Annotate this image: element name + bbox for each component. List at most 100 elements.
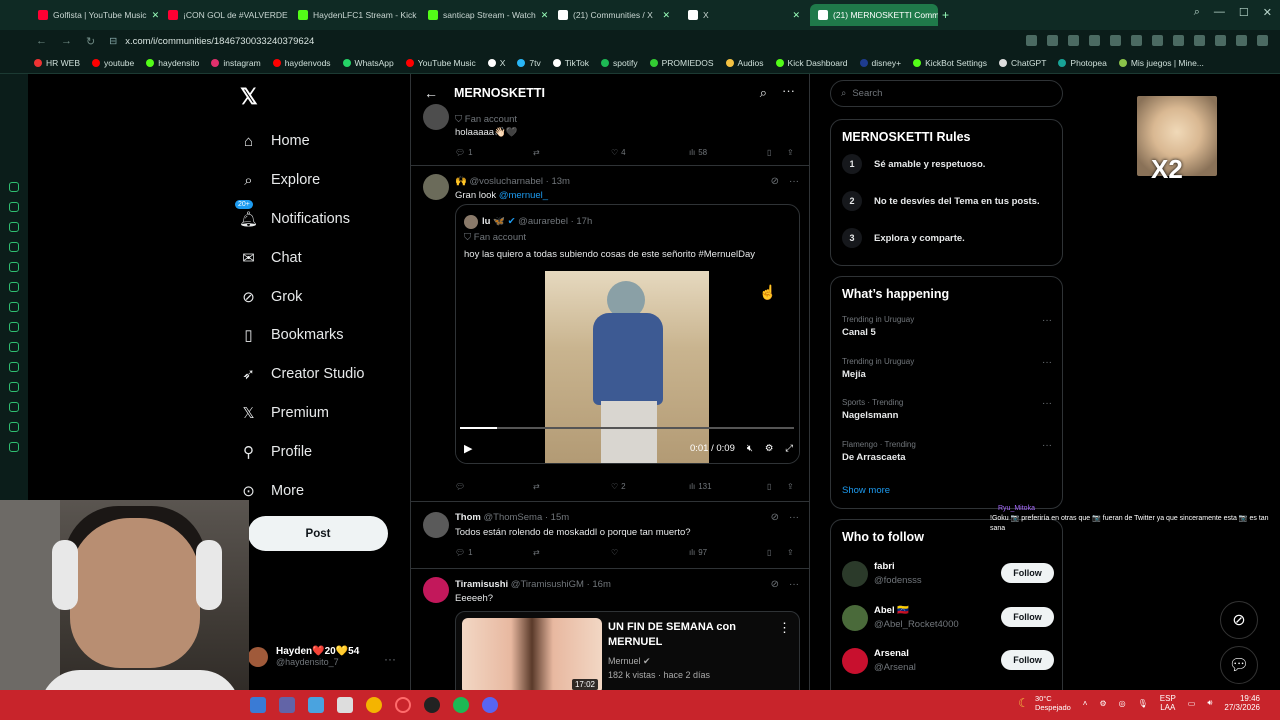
card-menu-icon[interactable]: ⋮ bbox=[778, 620, 791, 636]
back-arrow-icon[interactable]: ← bbox=[424, 85, 438, 101]
dock-app-icon[interactable] bbox=[9, 362, 19, 372]
nav-item-profile[interactable]: ⚲ Profile bbox=[240, 432, 365, 471]
extension-icon[interactable] bbox=[1089, 35, 1100, 46]
nav-item-premium[interactable]: 𝕏 Premium bbox=[240, 394, 365, 433]
bookmark-item[interactable]: PROMIEDOS bbox=[649, 58, 714, 68]
fullscreen-icon[interactable]: ⤢ bbox=[785, 443, 793, 454]
weather-widget[interactable]: ☾ 30°C Despejado bbox=[1018, 694, 1071, 712]
dock-app-icon[interactable] bbox=[9, 262, 19, 272]
bookmark-item[interactable]: Audios bbox=[725, 58, 764, 68]
extension-icon[interactable] bbox=[1026, 35, 1037, 46]
back-icon[interactable]: ← bbox=[36, 35, 47, 48]
browser-tab[interactable]: (21) MERNOSKETTI Comm✕ bbox=[810, 4, 938, 26]
dock-app-icon[interactable] bbox=[9, 322, 19, 332]
more-icon[interactable]: ··· bbox=[1042, 315, 1052, 326]
views-count[interactable]: ılı 131 bbox=[689, 482, 767, 491]
grok-icon[interactable]: ⊘ bbox=[771, 579, 779, 590]
tweet[interactable]: 🙌 @voslucharnabel · 13m ⊘ ··· Gran look … bbox=[411, 166, 809, 502]
app-icon[interactable] bbox=[337, 697, 353, 713]
settings-icon[interactable]: ⚙ bbox=[765, 443, 774, 454]
mention-link[interactable]: @mernuel_ bbox=[499, 190, 548, 201]
follow-button[interactable]: Follow bbox=[1001, 563, 1054, 583]
tray-app-icon[interactable]: ⚙ bbox=[1099, 699, 1106, 708]
repost-button[interactable]: ⇄ bbox=[533, 148, 611, 157]
like-button[interactable]: ♡ 4 bbox=[611, 148, 689, 157]
site-info-icon[interactable]: ⊟ bbox=[109, 36, 117, 47]
obs-icon[interactable] bbox=[424, 697, 440, 713]
dock-app-icon[interactable] bbox=[9, 442, 19, 452]
rule-item[interactable]: 2 No te desvíes del Tema en tus posts. bbox=[842, 191, 1062, 211]
reply-button[interactable]: 💬︎ 1 bbox=[455, 548, 533, 557]
bookmark-item[interactable]: spotify bbox=[601, 58, 638, 68]
extension-icon[interactable] bbox=[1194, 35, 1205, 46]
bookmark-item[interactable]: KickBot Settings bbox=[913, 58, 987, 68]
chat-fab-icon[interactable]: 💬︎ bbox=[1220, 646, 1258, 684]
grok-icon[interactable]: ⊘ bbox=[771, 176, 779, 187]
tweet[interactable]: Tiramisushi @TiramisushiGM · 16m ⊘ ··· E… bbox=[411, 569, 809, 690]
search-input[interactable]: ⌕ Search bbox=[830, 80, 1063, 107]
bookmark-button[interactable]: ▯ bbox=[767, 482, 787, 491]
extension-icon[interactable] bbox=[1257, 35, 1268, 46]
extension-icon[interactable] bbox=[1236, 35, 1247, 46]
views-count[interactable]: ılı 58 bbox=[689, 148, 767, 157]
spotify-icon[interactable] bbox=[453, 697, 469, 713]
bookmark-button[interactable]: ▯ bbox=[767, 148, 787, 157]
close-tab-icon[interactable]: ✕ bbox=[541, 10, 548, 21]
more-icon[interactable]: ··· bbox=[384, 652, 396, 666]
x-logo-icon[interactable]: 𝕏 bbox=[240, 84, 258, 110]
bookmark-item[interactable]: TikTok bbox=[552, 58, 589, 68]
language-indicator[interactable]: ESP LAA bbox=[1160, 694, 1176, 712]
grok-fab-icon[interactable]: ⊘ bbox=[1220, 601, 1258, 639]
like-button[interactable]: ♡ bbox=[611, 548, 689, 557]
close-tab-icon[interactable]: ✕ bbox=[792, 10, 800, 21]
bookmark-item[interactable]: instagram bbox=[211, 58, 261, 68]
volume-icon[interactable]: 🔊︎ bbox=[1207, 698, 1212, 708]
bookmark-item[interactable]: Photopea bbox=[1058, 58, 1107, 68]
reload-icon[interactable]: ↻ bbox=[86, 35, 95, 48]
clock[interactable]: 19:46 27/3/2026 bbox=[1224, 694, 1260, 712]
share-button[interactable]: ⇪ bbox=[787, 548, 794, 557]
notepad-icon[interactable] bbox=[308, 697, 324, 713]
rule-item[interactable]: 1 Sé amable y respetuoso. bbox=[842, 154, 1062, 174]
more-icon[interactable]: ··· bbox=[1042, 440, 1052, 451]
show-more-link[interactable]: Show more bbox=[842, 485, 890, 496]
bookmark-item[interactable]: 7tv bbox=[517, 58, 541, 68]
mute-icon[interactable]: 🔇︎ bbox=[747, 443, 753, 454]
grok-icon[interactable]: ⊘ bbox=[771, 512, 779, 523]
network-icon[interactable]: ▭ bbox=[1188, 699, 1196, 708]
url-field[interactable]: x.com/i/communities/1846730033240379624 bbox=[125, 36, 314, 47]
more-icon[interactable]: ··· bbox=[1042, 357, 1052, 368]
nav-item-creator-studio[interactable]: ➶ Creator Studio bbox=[240, 355, 364, 394]
extension-icon[interactable] bbox=[1152, 35, 1163, 46]
trend-item[interactable]: Trending in Uruguay Mejía ··· bbox=[842, 357, 1052, 380]
opera-icon[interactable] bbox=[395, 697, 411, 713]
more-icon[interactable]: ··· bbox=[782, 83, 795, 98]
follow-suggestion[interactable]: fabri @fodensss Follow bbox=[842, 557, 1054, 591]
nav-item-home[interactable]: ⌂ Home bbox=[240, 122, 365, 161]
share-button[interactable]: ⇪ bbox=[787, 482, 794, 491]
dock-app-icon[interactable] bbox=[9, 422, 19, 432]
bookmark-item[interactable]: disney+ bbox=[859, 58, 901, 68]
more-icon[interactable]: ··· bbox=[789, 512, 799, 523]
nav-item-notifications[interactable]: 🔔︎ 20+ Notifications bbox=[235, 200, 365, 239]
dock-app-icon[interactable] bbox=[9, 242, 19, 252]
extension-icon[interactable] bbox=[1215, 35, 1226, 46]
bookmark-item[interactable]: WhatsApp bbox=[342, 58, 394, 68]
extension-icon[interactable] bbox=[1047, 35, 1058, 46]
dock-app-icon[interactable] bbox=[9, 182, 19, 192]
browser-tab[interactable]: Golfista | YouTube Music ✕ bbox=[30, 4, 158, 26]
file-explorer-icon[interactable] bbox=[250, 697, 266, 713]
nav-item-explore[interactable]: ⌕ Explore bbox=[240, 161, 365, 200]
follow-button[interactable]: Follow bbox=[1001, 650, 1054, 670]
like-button[interactable]: ♡ 2 bbox=[611, 482, 689, 491]
search-tabs-icon[interactable]: ⌕ bbox=[1194, 6, 1200, 19]
play-icon[interactable]: ▶ bbox=[464, 442, 472, 455]
bookmark-item[interactable]: X bbox=[487, 58, 505, 68]
trend-item[interactable]: Trending in Uruguay Canal 5 ··· bbox=[842, 315, 1052, 338]
nav-item-bookmarks[interactable]: ▯ Bookmarks bbox=[240, 316, 365, 355]
bookmark-item[interactable]: HR WEB bbox=[34, 58, 80, 68]
nav-item-chat[interactable]: ✉ Chat bbox=[240, 238, 365, 277]
tray-expand-icon[interactable]: ˄ bbox=[1083, 699, 1088, 708]
video-progress-bar[interactable] bbox=[460, 427, 794, 429]
browser-tab[interactable]: HaydenLFC1 Stream - Kick✕ bbox=[290, 4, 418, 26]
